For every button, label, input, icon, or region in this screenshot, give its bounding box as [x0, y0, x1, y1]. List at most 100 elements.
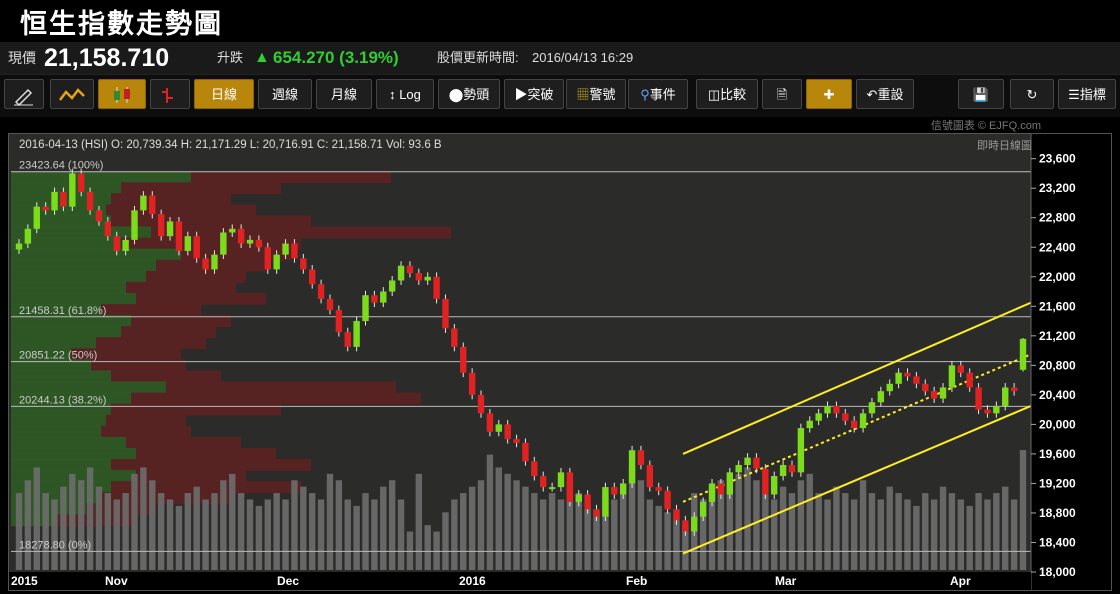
volume-bar	[175, 505, 183, 570]
candle-down	[468, 372, 476, 395]
ohlc-button[interactable]	[150, 79, 190, 109]
volume-bar	[149, 480, 156, 570]
y-tick-label: 19,600	[1039, 447, 1076, 461]
volume-profile-sell	[111, 215, 311, 228]
event-label: 事件	[649, 87, 676, 102]
warning-button[interactable]: ▦警號	[566, 79, 626, 109]
y-tick-label: 18,000	[1039, 565, 1076, 579]
candle-up	[353, 321, 360, 347]
x-tick-label: Apr	[950, 574, 971, 588]
trend-button[interactable]: ⬤勢頭	[438, 79, 500, 109]
volume-bar	[993, 493, 1000, 570]
volume-bar	[1002, 486, 1009, 570]
candle-down	[175, 221, 183, 251]
play-icon: ▶	[514, 87, 528, 102]
volume-bar	[335, 480, 343, 570]
draw-button[interactable]	[4, 79, 44, 109]
volume-bar	[504, 473, 511, 570]
volume-profile-sell	[106, 204, 256, 217]
volume-bar	[540, 499, 547, 570]
volume-bar	[460, 493, 467, 570]
indicator-button[interactable]: ☰指標	[1058, 79, 1116, 109]
volume-bar	[788, 493, 796, 570]
volume-profile-buy	[11, 248, 181, 261]
candle-down	[291, 243, 298, 259]
notes-button[interactable]: 🗎	[762, 79, 802, 109]
candle-down	[504, 424, 511, 440]
volume-bar	[726, 493, 733, 570]
volume-bar	[371, 499, 378, 570]
x-tick-label: 2015	[11, 574, 38, 588]
crosshair-icon: ✚	[823, 87, 835, 102]
candle-up	[779, 464, 787, 477]
candle-down	[237, 228, 245, 244]
indicator-label: 指標	[1079, 87, 1106, 102]
candle-up	[69, 173, 76, 207]
volume-profile-buy	[11, 259, 156, 272]
candle-up	[699, 501, 707, 517]
tab-daily[interactable]: 日線	[194, 79, 254, 109]
volume-bar	[779, 486, 787, 570]
candlestick-icon	[114, 87, 130, 103]
crosshair-button[interactable]: ✚	[806, 79, 852, 109]
candle-down	[611, 487, 618, 495]
save-button[interactable]: 💾	[958, 79, 1004, 109]
log-label: Log	[399, 87, 421, 102]
undo-icon: ↶	[866, 87, 878, 102]
candle-up	[24, 228, 32, 244]
volume-profile-buy	[11, 337, 96, 350]
line-chart-button[interactable]	[50, 79, 94, 109]
candle-down	[86, 191, 94, 211]
volume-bar	[771, 499, 778, 570]
candle-down	[371, 295, 378, 303]
candlestick-button[interactable]	[98, 79, 146, 109]
volume-bar	[673, 518, 680, 570]
candle-up	[166, 221, 174, 237]
volume-bar	[388, 480, 396, 570]
volume-bar	[735, 473, 742, 570]
candle-down	[833, 405, 840, 414]
candle-down	[922, 383, 929, 392]
line-chart-icon	[59, 88, 85, 101]
title-bar: 恒生指數走勢圖	[0, 0, 1120, 42]
ohlc-readout: 2016-04-13 (HSI) O: 20,739.34 H: 21,171.…	[19, 139, 442, 151]
candle-up	[388, 280, 396, 292]
volume-profile-sell	[111, 193, 231, 206]
log-scale-button[interactable]: ↕ Log	[376, 79, 434, 109]
candle-up	[815, 413, 822, 421]
candle-up	[33, 206, 40, 229]
volume-bar	[326, 473, 334, 570]
candle-up	[122, 239, 129, 251]
candle-down	[842, 413, 849, 421]
y-tick-label: 20,800	[1039, 358, 1076, 372]
tab-weekly[interactable]: 週線	[258, 79, 312, 109]
candle-up	[726, 472, 733, 495]
candle-up	[691, 516, 698, 532]
candle-down	[486, 413, 494, 432]
pin-icon: ⚲	[640, 87, 650, 102]
volume-bar	[300, 486, 307, 570]
event-button[interactable]: ⚲事件	[628, 79, 688, 109]
volume-profile-buy	[11, 458, 111, 471]
candle-down	[477, 394, 485, 414]
candle-down	[415, 273, 423, 281]
compare-button[interactable]: ◫比較	[696, 79, 758, 109]
realtime-label: 即時日線圖	[977, 138, 1032, 152]
breakout-button[interactable]: ▶突破	[504, 79, 564, 109]
reset-button[interactable]: ↶重設	[856, 79, 914, 109]
tab-monthly[interactable]: 月線	[316, 79, 372, 109]
volume-bar	[273, 493, 280, 570]
change-label: 升跌	[217, 50, 244, 65]
price-chart[interactable]: 23423.64 (100%) 21458.31 (61.8%) 20851.22 …	[9, 134, 1111, 590]
candle-up	[273, 254, 280, 270]
warning-label: 警號	[589, 87, 616, 102]
candle-up	[735, 464, 742, 473]
volume-bar	[477, 480, 485, 570]
candle-down	[904, 372, 911, 377]
volume-bar	[451, 499, 458, 570]
volume-profile-sell	[111, 403, 281, 416]
volume-bar	[531, 493, 538, 570]
volume-profile-sell	[121, 182, 281, 195]
refresh-button[interactable]: ↻	[1010, 79, 1054, 109]
candle-down	[513, 439, 520, 443]
